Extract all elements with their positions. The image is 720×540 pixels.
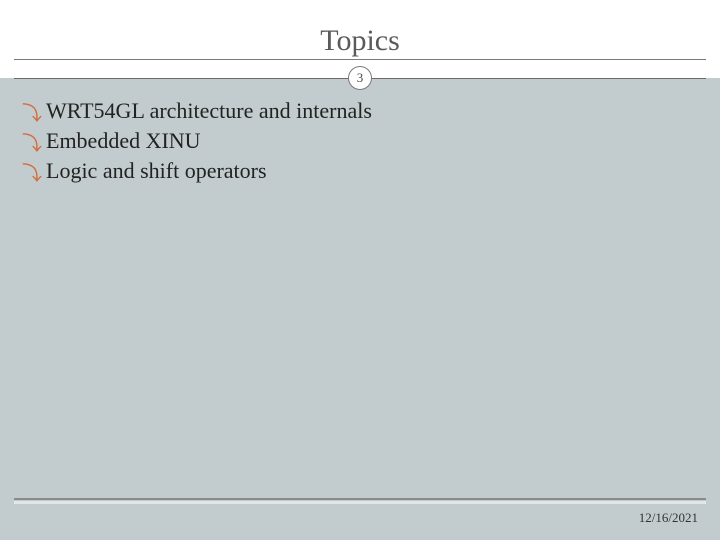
footer-rule <box>14 498 706 500</box>
rule-top <box>14 59 706 60</box>
content-area: ⤵ WRT54GL architecture and internals ⤵ E… <box>22 98 698 188</box>
bullet-text: Logic and shift operators <box>46 158 267 184</box>
footer-date: 12/16/2021 <box>639 510 698 526</box>
list-item: ⤵ Embedded XINU <box>22 128 698 154</box>
slide: Topics 3 ⤵ WRT54GL architecture and inte… <box>0 0 720 540</box>
slide-title: Topics <box>0 24 720 58</box>
bullet-text: Embedded XINU <box>46 128 201 154</box>
footer-shadow <box>14 501 706 504</box>
page-number-badge: 3 <box>348 66 372 90</box>
bullet-icon: ⤵ <box>22 164 42 184</box>
list-item: ⤵ Logic and shift operators <box>22 158 698 184</box>
bullet-text: WRT54GL architecture and internals <box>46 98 372 124</box>
bullet-icon: ⤵ <box>22 134 42 154</box>
list-item: ⤵ WRT54GL architecture and internals <box>22 98 698 124</box>
bullet-icon: ⤵ <box>22 104 42 124</box>
